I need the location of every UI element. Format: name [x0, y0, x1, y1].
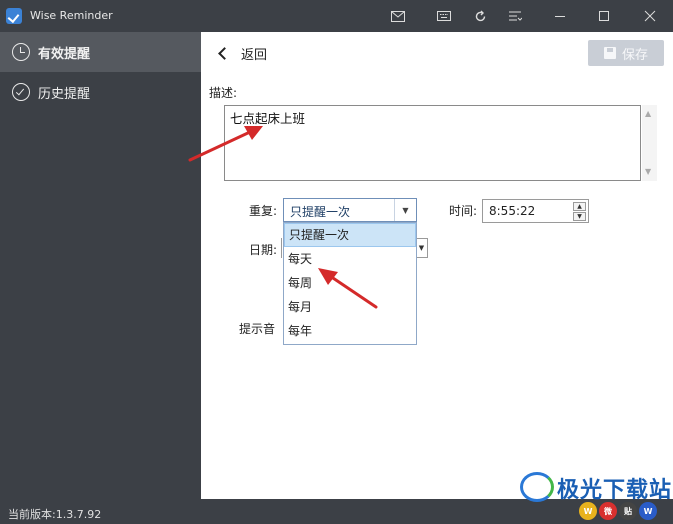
- tieba-icon: 贴: [619, 502, 637, 520]
- site-watermark: 极光下载站 W 微 贴 W: [515, 470, 673, 524]
- weibo-icon: 微: [599, 502, 617, 520]
- annotation-arrows: [188, 126, 378, 309]
- social-icon: W: [579, 502, 597, 520]
- word-icon: W: [639, 502, 657, 520]
- annotation-arrow-description: [188, 126, 263, 162]
- watermark-social-icons: W 微 贴 W: [579, 502, 657, 520]
- annotation-arrow-daily: [318, 268, 378, 309]
- watermark-text: 极光下载站: [557, 478, 673, 503]
- watermark-logo-icon: [520, 472, 554, 502]
